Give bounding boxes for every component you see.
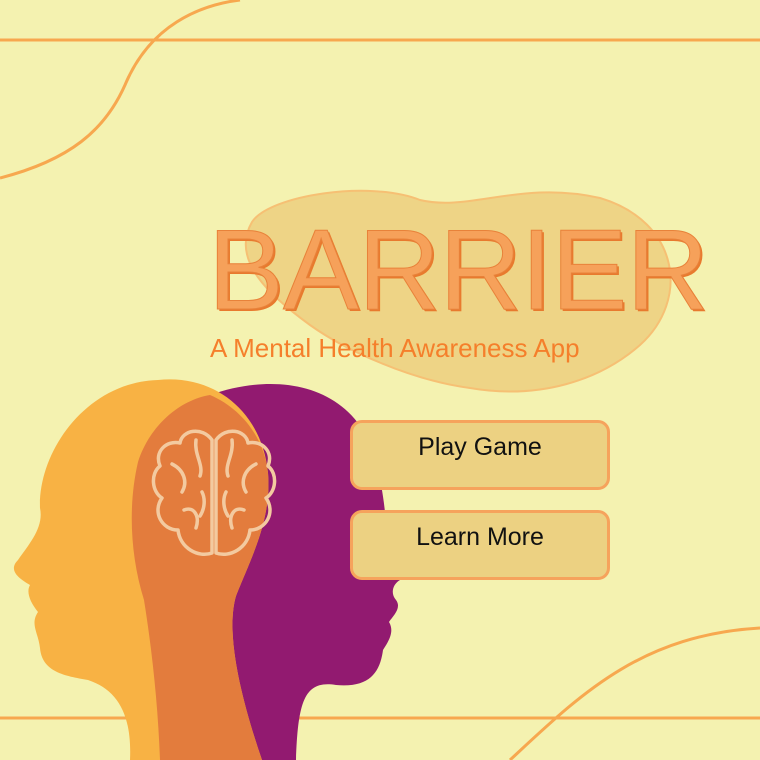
app-subtitle: A Mental Health Awareness App [210, 333, 580, 363]
app-title: BARRIER [208, 207, 710, 334]
background-canvas [0, 0, 760, 760]
learn-more-button[interactable]: Learn More [350, 510, 610, 580]
play-game-button[interactable]: Play Game [350, 420, 610, 490]
